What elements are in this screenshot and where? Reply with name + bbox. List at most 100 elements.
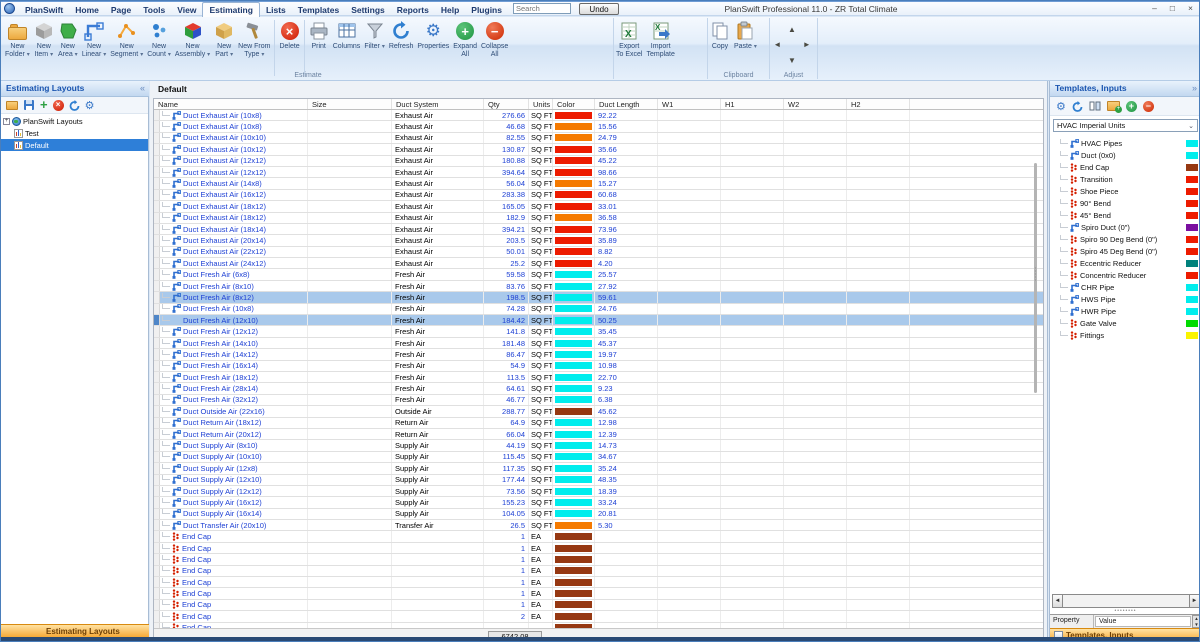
grid-row[interactable]: End Cap1EA [154,566,1043,577]
new-linear-button[interactable]: NewLinear ▾ [80,19,108,71]
menu-home[interactable]: Home [69,4,105,17]
units-dropdown[interactable]: HVAC Imperial Units ⌄ [1053,119,1198,132]
grid-row[interactable]: Duct Return Air (18x12)Return Air64.9SQ … [154,418,1043,429]
save-icon[interactable] [23,99,35,111]
template-item-90-bend[interactable]: 90° Bend [1050,197,1200,209]
menu-planswift[interactable]: PlanSwift [19,4,69,17]
gear-icon[interactable]: ⚙ [1056,97,1066,115]
import-template-button[interactable]: XImportTemplate [644,19,676,71]
grid-row[interactable]: Duct Supply Air (8x10)Supply Air44.19SQ … [154,440,1043,451]
grid-row[interactable]: Duct Outside Air (22x16)Outside Air288.7… [154,406,1043,417]
new-from-type-button[interactable]: New FromType ▾ [236,19,272,71]
color-swatch[interactable] [1186,164,1198,171]
refresh-icon[interactable] [1072,101,1083,112]
menu-plugins[interactable]: Plugins [465,4,508,17]
new-item-button[interactable]: NewItem ▾ [32,19,56,71]
color-swatch[interactable] [1186,248,1198,255]
grid-row[interactable]: Duct Fresh Air (10x8)Fresh Air74.28SQ FT… [154,304,1043,315]
color-swatch[interactable] [1186,176,1198,183]
template-item-hvac-pipes[interactable]: HVAC Pipes [1050,137,1200,149]
template-item-spiro-45-deg-bend-0-[interactable]: Spiro 45 Deg Bend (0") [1050,245,1200,257]
column-header-w2[interactable]: W2 [784,99,847,109]
template-item-hwr-pipe[interactable]: HWR Pipe [1050,305,1200,317]
color-swatch[interactable] [1186,188,1198,195]
print-button[interactable]: Print [307,19,331,71]
scroll-right-icon[interactable]: ► [1189,594,1200,608]
grid-row[interactable]: Duct Supply Air (16x14)Supply Air104.05S… [154,509,1043,520]
copy-button[interactable]: Copy [708,19,732,71]
plus-circle-icon[interactable]: + [1126,101,1137,112]
refresh-icon[interactable] [69,100,80,111]
new-folder-button[interactable]: NewFolder ▾ [3,19,32,71]
grid-row[interactable]: Duct Supply Air (12x8)Supply Air117.35SQ… [154,463,1043,474]
grid-row[interactable]: Duct Fresh Air (14x12)Fresh Air86.47SQ F… [154,349,1043,360]
grid-row[interactable]: Duct Fresh Air (8x10)Fresh Air83.76SQ FT… [154,281,1043,292]
scroll-left-icon[interactable]: ◄ [1052,594,1063,608]
collapse-left-panel-icon[interactable]: « [140,81,145,96]
color-swatch[interactable] [1186,236,1198,243]
grid-row[interactable]: Duct Exhaust Air (18x12)Exhaust Air165.0… [154,201,1043,212]
splitter-grip[interactable]: ••••• [1033,266,1038,288]
value-input[interactable]: Value [1095,616,1191,627]
estimating-layouts-footer[interactable]: Estimating Layouts [1,624,149,638]
property-splitter-grip[interactable]: •••••••• [1050,609,1200,613]
color-swatch[interactable] [1186,140,1198,147]
columns-button[interactable]: Columns [331,19,363,71]
column-header-duct-length[interactable]: Duct Length [595,99,658,109]
template-item-shoe-piece[interactable]: Shoe Piece [1050,185,1200,197]
column-header-w1[interactable]: W1 [658,99,721,109]
color-swatch[interactable] [1186,260,1198,267]
adjust-left-icon[interactable]: ◄ [773,40,781,49]
template-item-spiro-90-deg-bend-0-[interactable]: Spiro 90 Deg Bend (0") [1050,233,1200,245]
template-item-gate-valve[interactable]: Gate Valve [1050,317,1200,329]
grid-row[interactable]: Duct Exhaust Air (12x12)Exhaust Air180.8… [154,156,1043,167]
grid-row[interactable]: Duct Supply Air (10x10)Supply Air115.45S… [154,452,1043,463]
grid-row[interactable]: End Cap2EA [154,611,1043,622]
template-item-45-bend[interactable]: 45° Bend [1050,209,1200,221]
grid-row[interactable]: Duct Exhaust Air (18x14)Exhaust Air394.2… [154,224,1043,235]
gear-icon[interactable]: ⚙ [85,96,95,114]
split-icon[interactable] [1089,100,1101,112]
grid-row[interactable]: Duct Supply Air (12x10)Supply Air177.44S… [154,475,1043,486]
export-to-excel-button[interactable]: XExportTo Excel [614,19,644,71]
delete-button[interactable]: ×Delete [277,19,301,71]
grid-row[interactable]: Duct Exhaust Air (22x12)Exhaust Air50.01… [154,247,1043,258]
grid-row[interactable]: Duct Fresh Air (12x12)Fresh Air141.8SQ F… [154,326,1043,337]
grid-row[interactable]: Duct Exhaust Air (20x14)Exhaust Air203.5… [154,235,1043,246]
close-button[interactable]: × [1188,3,1193,13]
grid-row[interactable]: Duct Exhaust Air (10x12)Exhaust Air130.8… [154,144,1043,155]
grid-row[interactable]: End Cap1EA [154,588,1043,599]
column-header-h2[interactable]: H2 [847,99,910,109]
minimize-button[interactable]: – [1152,3,1157,13]
template-item-eccentric-reducer[interactable]: Eccentric Reducer [1050,257,1200,269]
grid-row[interactable]: End Cap1EA [154,554,1043,565]
grid-row[interactable]: Duct Exhaust Air (14x8)Exhaust Air56.04S… [154,178,1043,189]
grid-row[interactable]: Duct Transfer Air (20x10)Transfer Air26.… [154,520,1043,531]
template-item-duct-0x0-[interactable]: Duct (0x0) [1050,149,1200,161]
color-swatch[interactable] [1186,152,1198,159]
grid-row[interactable]: Duct Fresh Air (32x12)Fresh Air46.77SQ F… [154,395,1043,406]
color-swatch[interactable] [1186,284,1198,291]
new-segment-button[interactable]: NewSegment ▾ [108,19,145,71]
menu-lists[interactable]: Lists [260,4,292,17]
template-item-end-cap[interactable]: End Cap [1050,161,1200,173]
color-swatch[interactable] [1186,332,1198,339]
menu-view[interactable]: View [171,4,202,17]
properties-button[interactable]: ⚙Properties [415,19,451,71]
new-part-button[interactable]: NewPart ▾ [212,19,236,71]
column-header-size[interactable]: Size [308,99,392,109]
folder-icon[interactable] [6,101,18,110]
menu-estimating[interactable]: Estimating [202,2,259,17]
collapse-all-button[interactable]: −CollapseAll [479,19,510,71]
grid-row[interactable]: Duct Exhaust Air (10x10)Exhaust Air82.55… [154,133,1043,144]
grid-row[interactable]: Duct Fresh Air (6x8)Fresh Air59.58SQ FT2… [154,269,1043,280]
layout-node-planswift-layouts[interactable]: +PlanSwift Layouts [1,115,148,127]
grid-row[interactable]: Duct Fresh Air (28x14)Fresh Air64.61SQ F… [154,383,1043,394]
column-header-units[interactable]: Units [529,99,553,109]
grid-row[interactable]: Duct Supply Air (16x12)Supply Air155.23S… [154,497,1043,508]
menu-settings[interactable]: Settings [345,4,391,17]
search-input[interactable] [513,3,571,14]
filter-button[interactable]: Filter ▾ [362,19,387,71]
refresh-button[interactable]: Refresh [387,19,416,71]
grid-row[interactable]: Duct Return Air (20x12)Return Air66.04SQ… [154,429,1043,440]
